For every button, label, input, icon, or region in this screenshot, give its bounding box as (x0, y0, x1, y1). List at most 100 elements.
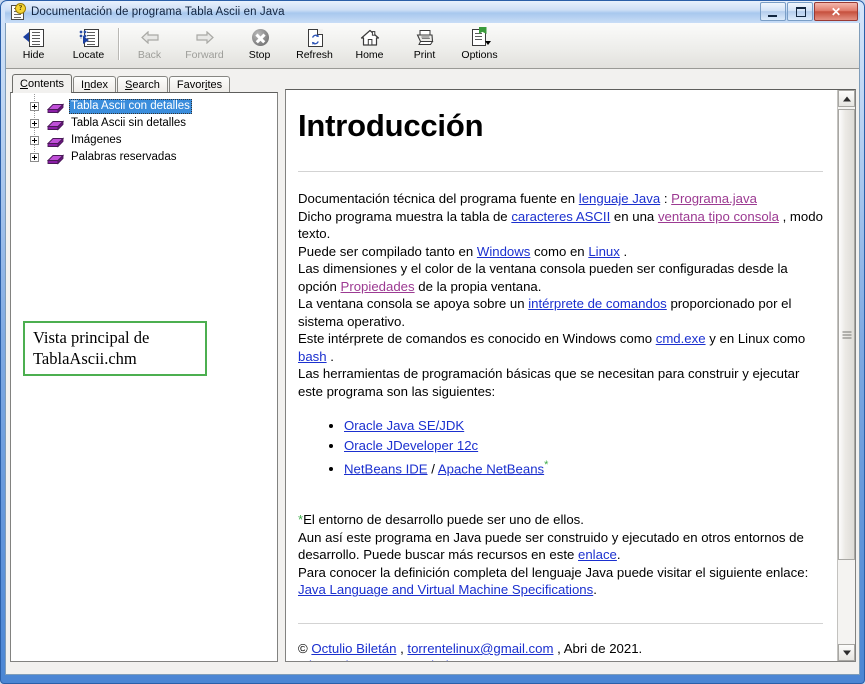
tab-contents[interactable]: Contents (12, 74, 73, 93)
paragraph-2: Dicho programa muestra la tabla de carac… (298, 208, 823, 243)
link-programa-java[interactable]: Programa.java (671, 191, 757, 206)
link-email[interactable]: torrentelinux@gmail.com (407, 641, 553, 656)
link-linux[interactable]: Linux (588, 244, 620, 259)
tree-item-label: Imágenes (71, 134, 122, 146)
vertical-scrollbar[interactable] (837, 90, 855, 661)
expander-plus-icon[interactable] (30, 102, 39, 111)
text: y en Linux como (705, 331, 806, 346)
list-item: Oracle Java SE/JDK (344, 417, 823, 435)
grip-icon (842, 331, 851, 339)
footer-divider (298, 622, 823, 624)
link-portal[interactable]: Mi portal en TorrenteWindows. (298, 658, 476, 661)
list-item: NetBeans IDE / Apache NetBeans* (344, 457, 823, 478)
text: . (616, 547, 621, 563)
text: , (396, 640, 408, 656)
bottom-strip (6, 666, 859, 674)
link-windows[interactable]: Windows (477, 244, 531, 259)
title-bar[interactable]: ? Documentación de programa Tabla Ascii … (5, 1, 860, 23)
toolbar-button-options[interactable]: Options (452, 25, 507, 65)
expander-plus-icon[interactable] (30, 136, 39, 145)
annotation-callout: Vista principal de TablaAscii.chm (23, 321, 207, 376)
link-propiedades[interactable]: Propiedades (341, 279, 415, 294)
expander-plus-icon[interactable] (30, 153, 39, 162)
tree-item-tabla-ascii-sin-detalles[interactable]: Tabla Ascii sin detalles (11, 111, 277, 132)
text: de la propia ventana. (414, 278, 542, 294)
hide-pane-icon (22, 27, 45, 48)
link-bash[interactable]: bash (298, 349, 327, 364)
link-lenguaje-java[interactable]: lenguaje Java (579, 191, 660, 206)
tree-item-imagenes[interactable]: Imágenes (11, 128, 277, 149)
text: El entorno de desarrollo puede ser uno d… (303, 512, 584, 528)
toolbar-button-locate[interactable]: Locate (61, 25, 116, 65)
maximize-button[interactable] (787, 2, 813, 21)
tab-index[interactable]: Index (73, 76, 116, 93)
list-item: Oracle JDeveloper 12c (344, 437, 823, 455)
toolbar-label-refresh: Refresh (296, 49, 333, 61)
link-enlace[interactable]: enlace (578, 547, 617, 562)
close-icon: ✕ (830, 4, 842, 19)
pane-splitter[interactable] (278, 73, 285, 662)
forward-arrow-icon (194, 27, 216, 48)
link-caracteres-ascii[interactable]: caracteres ASCII (511, 209, 610, 224)
home-icon (359, 27, 381, 48)
text: : (660, 191, 672, 206)
toolbar-button-stop[interactable]: Stop (232, 25, 287, 65)
link-oracle-jdeveloper-12c[interactable]: Oracle JDeveloper 12c (344, 438, 478, 453)
tree-item-palabras-reservadas[interactable]: Palabras reservadas (11, 145, 277, 166)
tab-favorites[interactable]: Favorites (168, 76, 231, 93)
document-body: Introducción Documentación técnica del p… (286, 90, 837, 661)
link-author[interactable]: Octulio Biletán (311, 641, 396, 656)
toolbar-button-hide[interactable]: Hide (6, 25, 61, 65)
text: . (593, 582, 597, 598)
chevron-up-icon (842, 96, 851, 101)
paragraph-5: La ventana consola se apoya sobre un int… (298, 295, 823, 330)
toolbar-button-home[interactable]: Home (342, 25, 397, 65)
text: . (326, 348, 334, 364)
text: Para conocer la definición completa del … (298, 564, 809, 580)
toolbar-button-refresh[interactable]: Refresh (287, 25, 342, 65)
link-netbeans-ide[interactable]: NetBeans IDE (344, 461, 428, 476)
tree-item-tabla-ascii-con-detalles[interactable]: Tabla Ascii con detalles (11, 94, 277, 115)
text: Documentación técnica del programa fuent… (298, 191, 579, 206)
book-icon (46, 152, 65, 165)
close-button[interactable]: ✕ (814, 2, 858, 21)
scroll-down-button[interactable] (838, 644, 855, 661)
footnote-asterisk: * (544, 459, 549, 471)
toolbar-separator (118, 28, 120, 60)
toolbar-label-locate: Locate (72, 49, 105, 61)
tab-search[interactable]: Search (116, 76, 168, 93)
navigation-tabs: Contents Index Search Favorites (10, 73, 278, 93)
link-ventana-tipo-consola[interactable]: ventana tipo consola (658, 209, 779, 224)
chm-help-icon: ? (10, 3, 26, 20)
scrollbar-track[interactable] (838, 107, 855, 644)
link-java-language-spec[interactable]: Java Language and Virtual Machine Specif… (298, 582, 593, 597)
link-apache-netbeans[interactable]: Apache NetBeans (438, 461, 544, 476)
annotation-line-2: TablaAscii.chm (33, 349, 137, 368)
contents-tree[interactable]: Tabla Ascii con detalles Tabla Ascii sin… (10, 92, 278, 662)
book-icon (46, 101, 65, 114)
scrollbar-thumb[interactable] (838, 109, 855, 561)
toolbar-label-stop: Stop (248, 49, 271, 61)
page-title: Introducción (298, 108, 484, 143)
content-pane: Introducción Documentación técnica del p… (285, 89, 856, 662)
link-interprete-de-comandos[interactable]: intérprete de comandos (528, 296, 667, 311)
toolbar-button-print[interactable]: Print (397, 25, 452, 65)
paragraph-3: Puede ser compilado tanto en Windows com… (298, 243, 823, 261)
scroll-up-button[interactable] (838, 90, 855, 107)
toolbar-button-forward[interactable]: Forward (177, 25, 232, 65)
text: en una (610, 208, 658, 224)
tree-item-label: Palabras reservadas (71, 151, 177, 163)
expander-plus-icon[interactable] (30, 119, 39, 128)
text: Dicho programa muestra la tabla de (298, 208, 512, 224)
paragraph-4: Las dimensiones y el color de la ventana… (298, 260, 823, 295)
minimize-button[interactable] (760, 2, 786, 21)
text: . (619, 243, 628, 259)
paragraph-6: Este intérprete de comandos es conocido … (298, 330, 823, 365)
link-cmd-exe[interactable]: cmd.exe (656, 331, 706, 346)
link-oracle-java-se-jdk[interactable]: Oracle Java SE/JDK (344, 418, 464, 433)
toolbar-button-back[interactable]: Back (122, 25, 177, 65)
client-area: Hide Locate Back Forward Stop Refresh Ho… (5, 23, 860, 675)
back-arrow-icon (139, 27, 161, 48)
book-icon (46, 118, 65, 131)
